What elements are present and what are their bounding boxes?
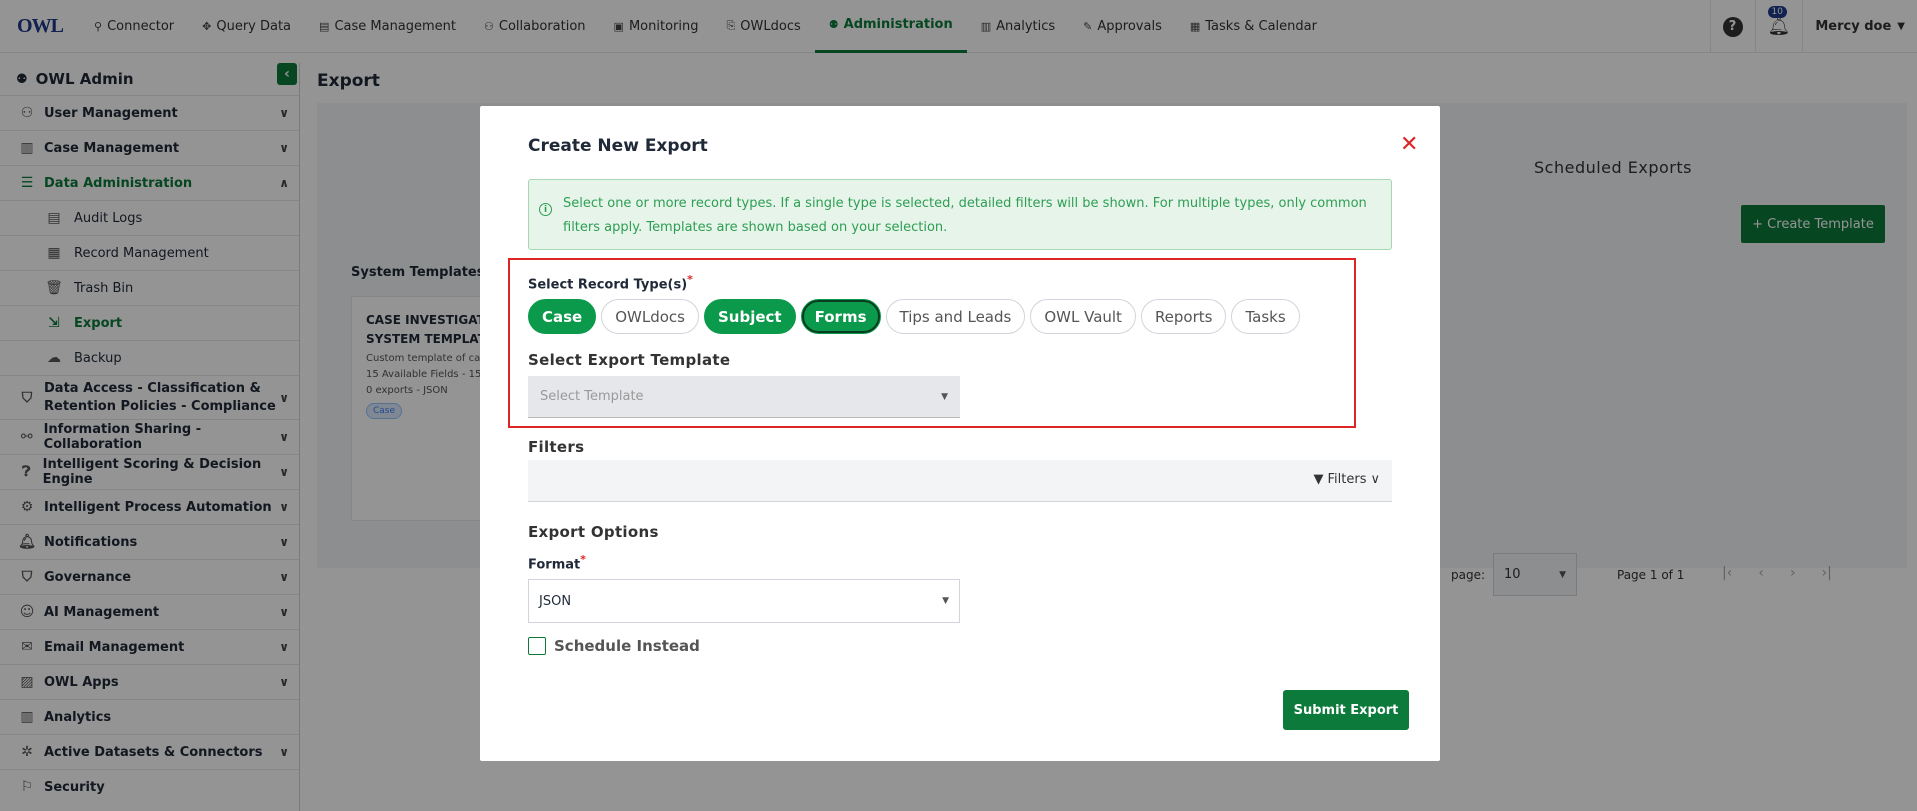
schedule-instead-checkbox[interactable]: Schedule Instead: [528, 637, 700, 655]
info-text: Select one or more record types. If a si…: [563, 196, 1367, 235]
info-alert: i Select one or more record types. If a …: [528, 179, 1392, 250]
chip-owldocs[interactable]: OWLdocs: [601, 299, 699, 334]
label-text: Format: [528, 557, 581, 573]
caret-down-icon: ▼: [941, 391, 948, 402]
format-label: Format*: [528, 553, 586, 572]
chip-forms[interactable]: Forms: [800, 299, 881, 334]
required-mark: *: [687, 273, 693, 286]
checkbox-label: Schedule Instead: [554, 637, 700, 655]
export-template-select: Select Template ▼: [528, 376, 960, 418]
create-export-modal: Create New Export ✕ i Select one or more…: [480, 106, 1440, 761]
export-template-label: Select Export Template: [528, 351, 731, 369]
chip-owl-vault[interactable]: OWL Vault: [1030, 299, 1136, 334]
caret-down-icon: ▼: [942, 596, 949, 606]
filter-icon: ▼: [1313, 472, 1324, 487]
modal-title: Create New Export: [528, 136, 708, 156]
checkbox[interactable]: [528, 637, 546, 655]
submit-export-button[interactable]: Submit Export: [1283, 690, 1409, 730]
record-types-label: Select Record Type(s)*: [528, 273, 693, 292]
filters-bar: ▼ Filters ∨: [528, 460, 1392, 502]
filters-label: Filters: [528, 438, 585, 456]
record-type-chips: Case OWLdocs Subject Forms Tips and Lead…: [528, 299, 1300, 334]
label-text: Select Record Type(s): [528, 277, 688, 293]
chip-reports[interactable]: Reports: [1140, 299, 1227, 334]
filters-toggle-button[interactable]: ▼ Filters ∨: [1314, 472, 1380, 487]
chip-tasks[interactable]: Tasks: [1231, 299, 1300, 334]
chip-subject[interactable]: Subject: [704, 299, 796, 334]
template-placeholder: Select Template: [540, 389, 644, 404]
chip-tips-and-leads[interactable]: Tips and Leads: [885, 299, 1026, 334]
chevron-down-icon: ∨: [1370, 472, 1380, 487]
required-mark: *: [580, 553, 586, 566]
close-icon[interactable]: ✕: [1400, 132, 1418, 157]
chip-case[interactable]: Case: [528, 299, 597, 334]
export-options-label: Export Options: [528, 523, 659, 541]
format-value: JSON: [539, 593, 572, 609]
modal-backdrop[interactable]: Create New Export ✕ i Select one or more…: [0, 0, 1917, 811]
info-icon: i: [539, 203, 552, 216]
filters-button-label: Filters: [1327, 472, 1367, 487]
format-select[interactable]: JSON ▼: [528, 579, 960, 623]
